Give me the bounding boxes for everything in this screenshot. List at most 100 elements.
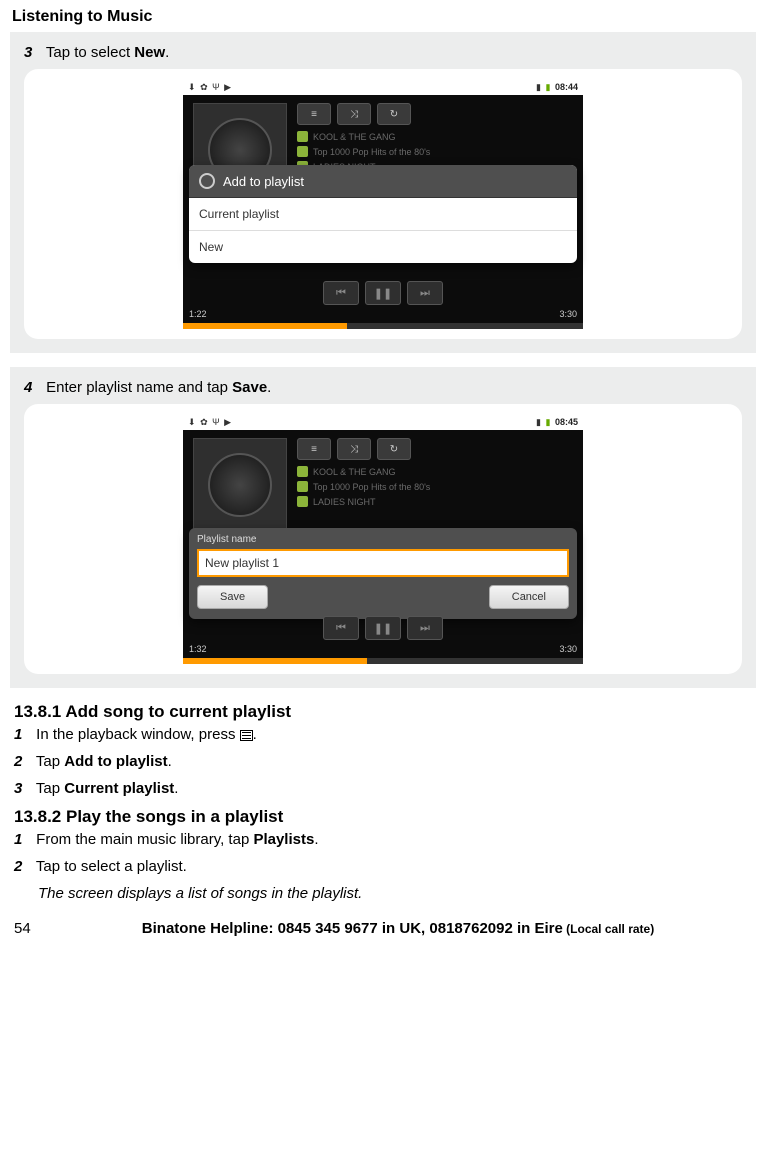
step-3-bold: New [134, 44, 165, 61]
elapsed-1: 1:22 [189, 309, 207, 319]
footer-note: (Local call rate) [563, 922, 654, 936]
step-4-post: . [267, 379, 271, 396]
playback-controls-1: ⏮ ❚❚ ⏭ [183, 281, 583, 305]
album-1: Top 1000 Pop Hits of the 80's [313, 147, 430, 157]
heading-13-8-2: 13.8.2 Play the songs in a playlist [14, 807, 752, 827]
progress-bar-1[interactable] [183, 323, 583, 329]
artist-badge-icon [297, 131, 308, 142]
sec2-step1: 1 From the main music library, tap Playl… [14, 831, 752, 848]
page-footer: 54 Binatone Helpline: 0845 345 9677 in U… [0, 910, 766, 943]
pause-icon[interactable]: ❚❚ [365, 616, 401, 640]
menu-icon [240, 730, 253, 741]
playlist-name-input[interactable]: New playlist 1 [197, 549, 569, 577]
album-art-2 [193, 438, 287, 532]
battery-icon: ▮ [546, 417, 551, 427]
sec2-note: The screen displays a list of songs in t… [38, 885, 752, 902]
sec1-step1: 1 In the playback window, press . [14, 726, 752, 743]
step-3-post: . [165, 44, 169, 61]
download-icon: ⬇ [188, 82, 196, 92]
sec2-step1-pre: From the main music library, tap [36, 831, 253, 848]
album-2: Top 1000 Pop Hits of the 80's [313, 482, 430, 492]
statusbar-left-icons: ⬇ ✿ Ψ ▶ [187, 82, 232, 93]
sec2-step2-num: 2 [14, 858, 32, 875]
dialog-option-current[interactable]: Current playlist [189, 198, 577, 231]
sec1-step2-bold: Add to playlist [64, 753, 167, 770]
download-icon: ⬇ [188, 417, 196, 427]
sec1-step3-num: 3 [14, 780, 32, 797]
save-button[interactable]: Save [197, 585, 268, 609]
sec1-step1-num: 1 [14, 726, 32, 743]
album-disc-icon [208, 453, 272, 517]
top-button-row-2: ≡ ⤨ ↻ [297, 438, 411, 460]
total-2: 3:30 [559, 644, 577, 654]
next-icon[interactable]: ⏭ [407, 281, 443, 305]
cancel-button[interactable]: Cancel [489, 585, 569, 609]
list-icon[interactable]: ≡ [297, 103, 331, 125]
statusbar-right-icons-2: ▮ ▮ 08:45 [535, 417, 579, 428]
play-icon: ▶ [224, 417, 231, 427]
statusbar-1: ⬇ ✿ Ψ ▶ ▮ ▮ 08:44 [183, 79, 583, 95]
pause-icon[interactable]: ❚❚ [365, 281, 401, 305]
prev-icon[interactable]: ⏮ [323, 281, 359, 305]
settings-icon: ✿ [200, 417, 208, 427]
sec1-step1-post: . [253, 726, 257, 743]
step-4-section: 4 Enter playlist name and tap Save. ⬇ ✿ … [10, 367, 756, 688]
prev-icon[interactable]: ⏮ [323, 616, 359, 640]
step-4-text: 4 Enter playlist name and tap Save. [24, 379, 742, 396]
phone-main-1: ≡ ⤨ ↻ KOOL & THE GANG Top 1000 Pop Hits … [183, 95, 583, 323]
phone-main-2: ≡ ⤨ ↻ KOOL & THE GANG Top 1000 Pop Hits … [183, 430, 583, 658]
sec1-step3: 3 Tap Current playlist. [14, 780, 752, 797]
list-icon[interactable]: ≡ [297, 438, 331, 460]
signal-icon: ▮ [536, 82, 541, 92]
sec2-step1-post: . [314, 831, 318, 848]
meta-rows-2: KOOL & THE GANG Top 1000 Pop Hits of the… [297, 466, 430, 511]
top-button-row-1: ≡ ⤨ ↻ [297, 103, 411, 125]
repeat-icon[interactable]: ↻ [377, 103, 411, 125]
screenshot-2: ⬇ ✿ Ψ ▶ ▮ ▮ 08:45 ≡ ⤨ ↻ [183, 414, 583, 664]
sec1-step2-post: . [168, 753, 172, 770]
page-title: Listening to Music [0, 0, 766, 32]
step-3-pre: Tap to select [46, 44, 134, 61]
statusbar-left-icons-2: ⬇ ✿ Ψ ▶ [187, 417, 232, 428]
statusbar-2: ⬇ ✿ Ψ ▶ ▮ ▮ 08:45 [183, 414, 583, 430]
shuffle-icon[interactable]: ⤨ [337, 438, 371, 460]
playlist-name-dialog: Playlist name New playlist 1 Save Cancel [189, 528, 577, 619]
sec1-step2-num: 2 [14, 753, 32, 770]
step-3-number: 3 [24, 44, 42, 61]
album-badge-icon [297, 481, 308, 492]
sec2-step1-num: 1 [14, 831, 32, 848]
add-icon [199, 173, 215, 189]
usb-icon: Ψ [212, 417, 220, 427]
step-3-text: 3 Tap to select New. [24, 44, 742, 61]
progress-bar-2[interactable] [183, 658, 583, 664]
progress-fill-2 [183, 658, 367, 664]
usb-icon: Ψ [212, 82, 220, 92]
album-badge-icon [297, 146, 308, 157]
artist-badge-icon [297, 466, 308, 477]
step-4-pre: Enter playlist name and tap [46, 379, 232, 396]
screenshot-1: ⬇ ✿ Ψ ▶ ▮ ▮ 08:44 ≡ ⤨ ↻ [183, 79, 583, 329]
step-3-section: 3 Tap to select New. ⬇ ✿ Ψ ▶ ▮ ▮ 08:44 [10, 32, 756, 353]
page-number: 54 [14, 920, 44, 937]
repeat-icon[interactable]: ↻ [377, 438, 411, 460]
settings-icon: ✿ [200, 82, 208, 92]
add-to-playlist-dialog: Add to playlist Current playlist New [189, 165, 577, 263]
footer-main: Binatone Helpline: 0845 345 9677 in UK, … [142, 920, 563, 937]
dialog-title: Add to playlist [223, 174, 304, 189]
sec1-step3-post: . [174, 780, 178, 797]
next-icon[interactable]: ⏭ [407, 616, 443, 640]
screenshot-2-wrap: ⬇ ✿ Ψ ▶ ▮ ▮ 08:45 ≡ ⤨ ↻ [24, 404, 742, 674]
sec1-step2-pre: Tap [36, 753, 64, 770]
elapsed-2: 1:32 [189, 644, 207, 654]
shuffle-icon[interactable]: ⤨ [337, 103, 371, 125]
artist-2: KOOL & THE GANG [313, 467, 396, 477]
statusbar-time-1: 08:44 [555, 82, 578, 92]
playlist-name-label: Playlist name [197, 534, 569, 545]
screenshot-1-wrap: ⬇ ✿ Ψ ▶ ▮ ▮ 08:44 ≡ ⤨ ↻ [24, 69, 742, 339]
sec2-step2: 2 Tap to select a playlist. [14, 858, 752, 875]
artist-1: KOOL & THE GANG [313, 132, 396, 142]
sec1-step3-pre: Tap [36, 780, 64, 797]
signal-icon: ▮ [536, 417, 541, 427]
sec2-step1-bold: Playlists [253, 831, 314, 848]
dialog-option-new[interactable]: New [189, 231, 577, 263]
